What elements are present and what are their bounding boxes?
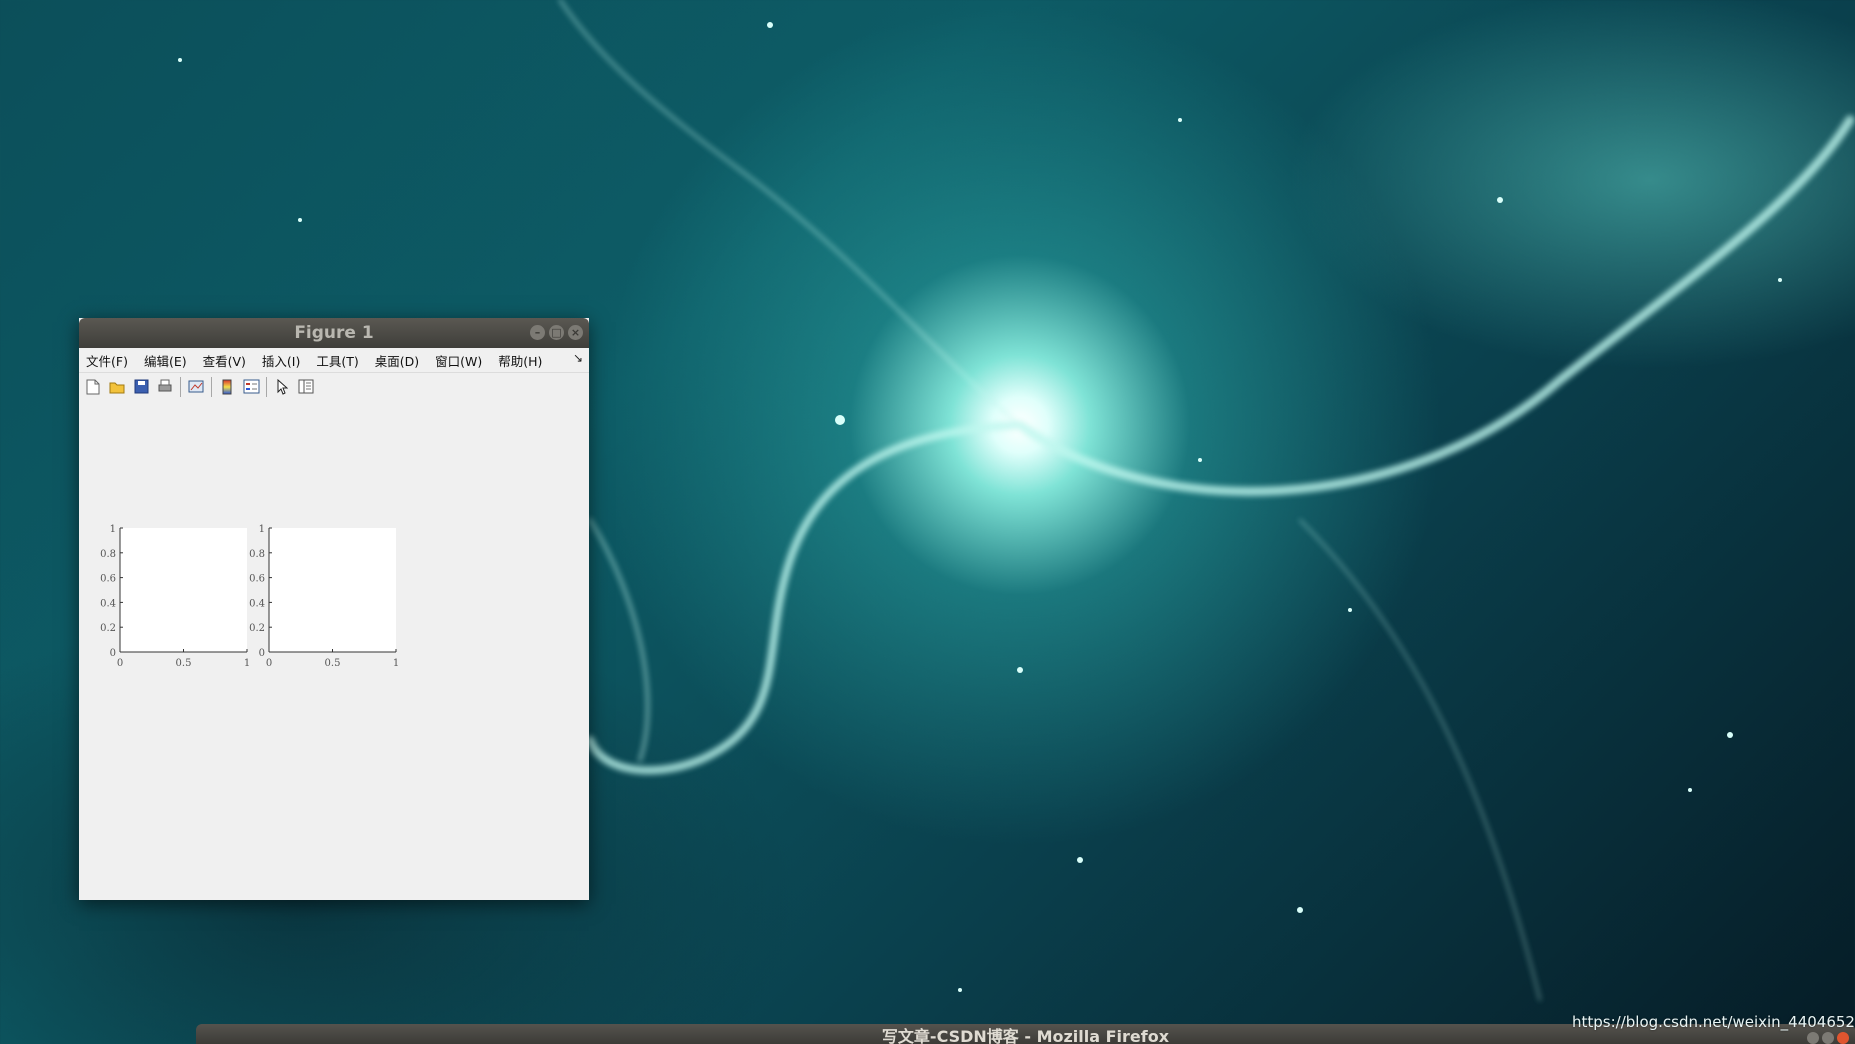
maximize-icon[interactable] [1822,1032,1834,1044]
figure-title: Figure 1 [294,323,374,343]
x-tick-label: 0.5 [325,658,341,669]
print-icon[interactable] [156,378,174,396]
maximize-icon[interactable]: □ [549,325,564,340]
close-icon[interactable] [1837,1032,1849,1044]
menu-help[interactable]: 帮助(H) [498,351,542,370]
y-tick-label: 0.2 [100,623,116,634]
y-tick-label: 1 [259,524,265,535]
y-tick-label: 0.4 [249,598,265,609]
close-icon[interactable]: × [568,325,583,340]
watermark-url: https://blog.csdn.net/weixin_44046524 [1572,1013,1855,1031]
x-tick-label: 0 [117,658,123,669]
property-editor-icon[interactable] [297,378,315,396]
menu-overflow-icon[interactable]: ↘ [573,351,583,365]
figure-menubar: 文件(F) 编辑(E) 查看(V) 插入(I) 工具(T) 桌面(D) 窗口(W… [79,348,589,373]
x-tick-label: 1 [393,658,399,669]
y-tick-label: 0.4 [100,598,116,609]
y-tick-label: 0 [259,648,265,659]
open-file-icon[interactable] [108,378,126,396]
menu-tools[interactable]: 工具(T) [316,351,358,370]
y-tick-label: 0.8 [100,549,116,560]
pointer-icon[interactable] [273,378,291,396]
firefox-window-title: 写文章-CSDN博客 - Mozilla Firefox [881,1027,1170,1044]
menu-desktop[interactable]: 桌面(D) [375,351,419,370]
menu-edit[interactable]: 编辑(E) [144,351,187,370]
x-tick-label: 1 [244,658,250,669]
minimize-icon[interactable] [1807,1032,1819,1044]
y-tick-label: 1 [110,524,116,535]
y-tick-label: 0.8 [249,549,265,560]
plot-area[interactable]: 0 0.5 100.20.40.60.810 0.5 100.20.40.60.81 [79,400,589,900]
y-tick-label: 0.2 [249,623,265,634]
figure-toolbar [79,373,589,401]
minimize-icon[interactable]: – [530,325,545,340]
save-icon[interactable] [132,378,150,396]
toolbar-separator [266,376,267,397]
menu-insert[interactable]: 插入(I) [262,351,300,370]
new-figure-icon[interactable] [84,378,102,396]
figure-canvas[interactable]: 0 0.5 1 0 0.2 0.4 0.6 0.8 1 0 0.5 1 0 0.2 0.4 0.6 0.8 1 [79,400,589,900]
y-tick-label: 0 [110,648,116,659]
link-plot-icon[interactable] [187,378,205,396]
axes-2[interactable] [269,528,396,652]
figure-titlebar[interactable]: Figure 1 – □ × [79,318,589,348]
colorbar-icon[interactable] [218,378,236,396]
x-tick-label: 0 [266,658,272,669]
toolbar-separator [180,376,181,397]
menu-file[interactable]: 文件(F) [86,351,128,370]
y-tick-label: 0.6 [100,574,116,585]
y-tick-label: 0.6 [249,574,265,585]
x-tick-label: 0.5 [176,658,192,669]
menu-window[interactable]: 窗口(W) [435,351,482,370]
figure-window[interactable]: Figure 1 – □ × 文件(F) 编辑(E) 查看(V) 插入(I) 工… [79,318,589,900]
menu-view[interactable]: 查看(V) [203,351,246,370]
axes-1[interactable] [120,528,247,652]
toolbar-separator [211,376,212,397]
legend-icon[interactable] [242,378,260,396]
